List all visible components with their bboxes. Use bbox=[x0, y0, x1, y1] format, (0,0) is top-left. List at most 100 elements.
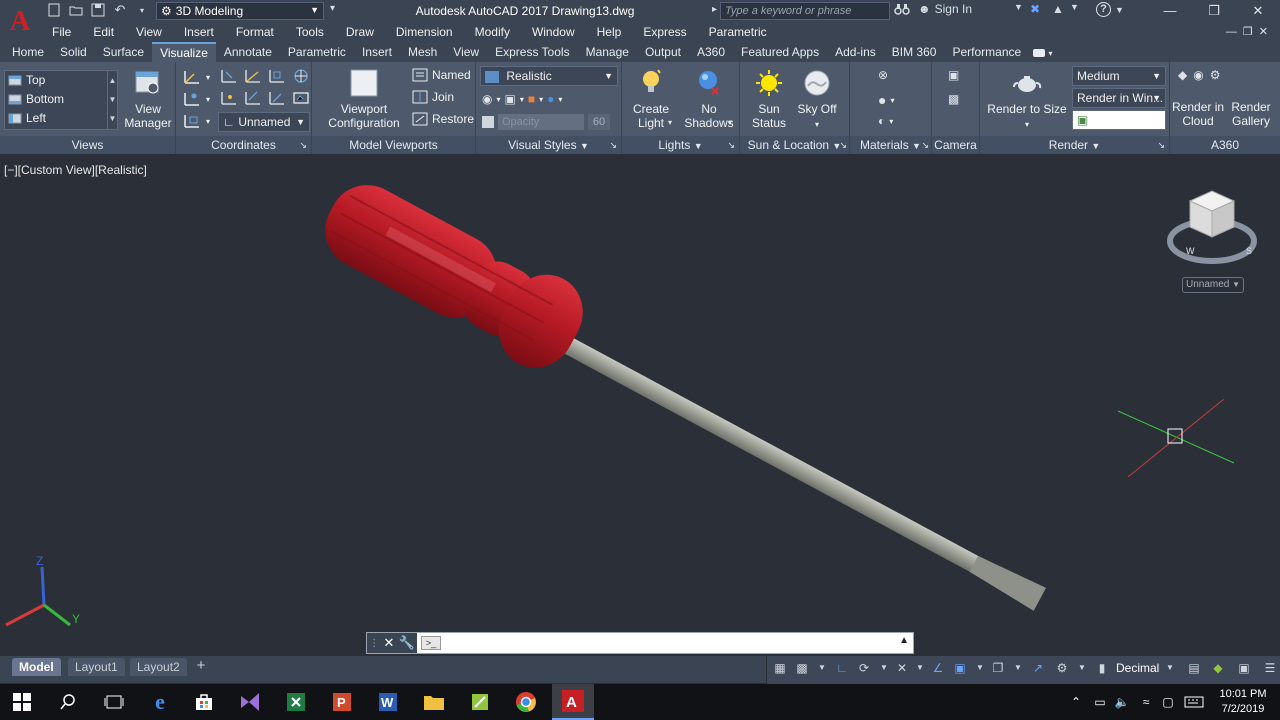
store-icon[interactable] bbox=[190, 688, 218, 716]
tab-bim-360[interactable]: BIM 360 bbox=[884, 42, 945, 62]
menu-dimension[interactable]: Dimension bbox=[384, 25, 463, 39]
tab-visualize[interactable]: Visualize bbox=[152, 42, 216, 62]
isodraft-icon[interactable]: ✕ bbox=[894, 660, 910, 676]
keyboard-icon[interactable] bbox=[1182, 688, 1206, 716]
menu-format[interactable]: Format bbox=[224, 25, 284, 39]
tab-a360[interactable]: A360 bbox=[689, 42, 733, 62]
menu-help[interactable]: Help bbox=[585, 25, 632, 39]
viewport-configuration-button[interactable]: Viewport Configuration bbox=[318, 68, 410, 130]
edge-style-icon[interactable]: ▣ bbox=[505, 92, 516, 106]
viewcube-box[interactable] bbox=[1188, 190, 1236, 238]
view-left[interactable]: Left bbox=[8, 111, 46, 125]
tab-featured-apps[interactable]: Featured Apps bbox=[733, 42, 827, 62]
taskbar-clock[interactable]: 10:01 PM 7/2/2019 bbox=[1212, 687, 1274, 717]
minimize-button[interactable]: — bbox=[1150, 0, 1190, 22]
render-in-cloud-button[interactable]: Render in Cloud bbox=[1172, 84, 1224, 128]
visual-studio-icon[interactable] bbox=[236, 688, 264, 716]
tab-mesh[interactable]: Mesh bbox=[400, 42, 445, 62]
notification-icon[interactable]: ▢ bbox=[1158, 688, 1178, 716]
annotation-scale-gear-icon[interactable]: ⚙ bbox=[1054, 660, 1070, 676]
isodraft-dropdown-icon[interactable]: ▼ bbox=[912, 660, 928, 676]
render-environment-field[interactable]: ▣ bbox=[1072, 110, 1166, 130]
new-icon[interactable] bbox=[46, 2, 62, 18]
tab-surface[interactable]: Surface bbox=[95, 42, 152, 62]
powerpoint-icon[interactable]: P bbox=[328, 688, 356, 716]
render-region-icon[interactable]: ◆ bbox=[1178, 68, 1187, 82]
ucs-icon-properties[interactable]: ▾ bbox=[182, 112, 210, 130]
dialog-launcher-icon[interactable]: ↘ bbox=[1157, 136, 1165, 154]
render-settings-icon[interactable]: ⚙ bbox=[1210, 68, 1221, 82]
ucs-rotate-y-icon[interactable] bbox=[268, 90, 286, 106]
a360-dropdown-icon[interactable]: ▼ bbox=[1070, 2, 1079, 12]
undo-dropdown-icon[interactable]: ▾ bbox=[134, 2, 150, 18]
task-view-icon[interactable] bbox=[100, 688, 128, 716]
excel-icon[interactable] bbox=[282, 688, 310, 716]
search-input[interactable]: Type a keyword or phrase bbox=[720, 2, 890, 20]
face-style-icon[interactable]: ◉ bbox=[482, 92, 492, 106]
chrome-icon[interactable] bbox=[512, 688, 540, 716]
application-menu-button[interactable]: A bbox=[0, 0, 40, 44]
grip-icon[interactable]: ⋮ bbox=[369, 638, 379, 649]
tab-add-ins[interactable]: Add-ins bbox=[827, 42, 884, 62]
wrench-icon[interactable]: 🔧 bbox=[399, 635, 415, 651]
tab-view[interactable]: View bbox=[445, 42, 487, 62]
object-snap-tracking-icon[interactable]: ∠ bbox=[930, 660, 946, 676]
ribbon-minimize-toggle[interactable]: ▾ bbox=[1029, 42, 1056, 62]
render-to-size-button[interactable]: Render to Size ▾ bbox=[986, 68, 1068, 132]
a360-icon[interactable]: ▲ bbox=[1052, 2, 1064, 16]
material-color-icon[interactable]: ■ bbox=[528, 92, 535, 106]
tab-annotate[interactable]: Annotate bbox=[216, 42, 280, 62]
visual-style-dropdown[interactable]: Realistic ▼ bbox=[480, 66, 618, 86]
show-cameras-button[interactable]: ▩ bbox=[948, 92, 959, 106]
dialog-launcher-icon[interactable]: ↘ bbox=[299, 136, 307, 154]
command-history-toggle-icon[interactable]: ▲ bbox=[899, 635, 909, 646]
polar-dropdown-icon[interactable]: ▼ bbox=[876, 660, 892, 676]
workspace-selector[interactable]: ⚙ 3D Modeling ▼ bbox=[156, 2, 324, 20]
tab-express-tools[interactable]: Express Tools bbox=[487, 42, 577, 62]
ucs-x-icon[interactable] bbox=[220, 68, 238, 84]
drawing-window-controls[interactable]: —❐✕ bbox=[1226, 25, 1274, 38]
ucs-name-dropdown[interactable]: ∟ Unnamed ▼ bbox=[218, 112, 310, 132]
volume-icon[interactable]: 🔈 bbox=[1112, 688, 1132, 716]
close-icon[interactable]: ✕ bbox=[383, 635, 394, 651]
panel-expand-icon[interactable]: ▼ bbox=[694, 141, 703, 151]
tab-solid[interactable]: Solid bbox=[52, 42, 95, 62]
render-quality-dropdown[interactable]: Medium ▼ bbox=[1072, 66, 1166, 86]
menu-tools[interactable]: Tools bbox=[284, 25, 334, 39]
object-snap-dropdown-icon[interactable]: ▼ bbox=[972, 660, 988, 676]
word-icon[interactable]: W bbox=[374, 688, 402, 716]
undo-icon[interactable]: ↶ bbox=[112, 2, 128, 18]
opacity-slider[interactable]: Opacity bbox=[498, 114, 584, 130]
menu-edit[interactable]: Edit bbox=[81, 25, 124, 39]
sign-in-dropdown-icon[interactable]: ▼ bbox=[1014, 2, 1023, 12]
views-list[interactable]: Top Bottom Left ▲ ▼ ▼ bbox=[4, 70, 118, 130]
materials-textures-button[interactable]: ◐ ▾ bbox=[878, 114, 893, 128]
binoculars-icon[interactable] bbox=[894, 2, 910, 16]
join-viewports-button[interactable]: Join bbox=[412, 90, 454, 104]
create-camera-button[interactable]: ▣ bbox=[948, 68, 959, 82]
restore-viewports-button[interactable]: Restore bbox=[412, 112, 474, 126]
units-dropdown-icon[interactable]: ▼ bbox=[1162, 660, 1178, 676]
panel-expand-icon[interactable]: ▼ bbox=[912, 141, 921, 151]
dynamic-ucs-icon[interactable]: ↗ bbox=[1030, 660, 1046, 676]
shadows-dropdown-icon[interactable]: ▾ bbox=[728, 118, 732, 127]
save-icon[interactable] bbox=[90, 2, 106, 18]
menu-modify[interactable]: Modify bbox=[463, 25, 520, 39]
material-mapping-button[interactable]: ● ▾ bbox=[878, 92, 894, 108]
wifi-icon[interactable]: ≈ bbox=[1136, 688, 1156, 716]
object-snap-icon[interactable]: ▣ bbox=[952, 660, 968, 676]
open-icon[interactable] bbox=[68, 2, 84, 18]
customize-status-bar-icon[interactable]: ☰ bbox=[1262, 660, 1278, 676]
ucs-z-icon[interactable] bbox=[268, 68, 286, 84]
menu-draw[interactable]: Draw bbox=[334, 25, 384, 39]
file-explorer-icon[interactable] bbox=[420, 688, 448, 716]
dialog-launcher-icon[interactable]: ↘ bbox=[839, 136, 847, 154]
dialog-launcher-icon[interactable]: ↘ bbox=[921, 136, 929, 154]
search-icon[interactable] bbox=[54, 688, 82, 716]
menu-parametric[interactable]: Parametric bbox=[697, 25, 777, 39]
units-display[interactable]: Decimal bbox=[1116, 661, 1159, 675]
viewcube[interactable]: W S bbox=[1166, 181, 1258, 291]
opacity-value[interactable]: 60 bbox=[588, 114, 610, 130]
menu-file[interactable]: File bbox=[40, 25, 81, 39]
ucs-y-icon[interactable] bbox=[244, 68, 262, 84]
